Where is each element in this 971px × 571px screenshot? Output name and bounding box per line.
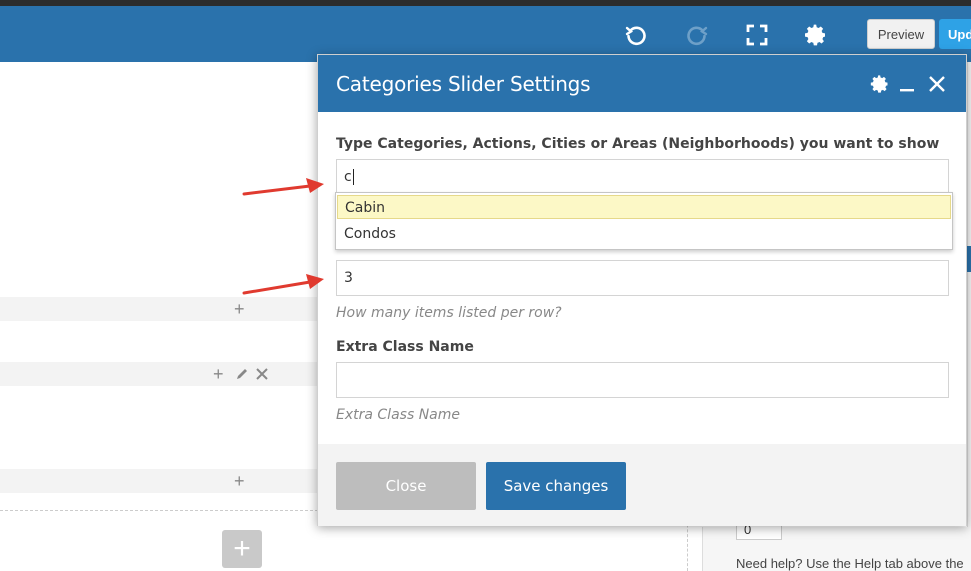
- add-row-icon[interactable]: +: [234, 472, 245, 490]
- modal-header: Categories Slider Settings: [318, 55, 966, 112]
- save-changes-button[interactable]: Save changes: [486, 462, 626, 510]
- categories-label: Type Categories, Actions, Cities or Area…: [336, 136, 940, 152]
- builder-row-bar: [0, 297, 317, 321]
- categories-input[interactable]: c: [336, 159, 949, 195]
- modal-settings-gear-icon[interactable]: [869, 73, 891, 95]
- autocomplete-dropdown: Cabin Condos: [335, 192, 953, 250]
- annotation-arrow: [242, 178, 324, 196]
- help-text: Need help? Use the Help tab above the: [736, 556, 964, 571]
- sidebar-panel: [967, 62, 971, 571]
- add-element-icon[interactable]: +: [213, 365, 224, 383]
- update-button[interactable]: Update: [939, 19, 971, 49]
- extra-class-label: Extra Class Name: [336, 339, 474, 355]
- undo-icon[interactable]: [623, 22, 649, 48]
- builder-row-bar: [0, 362, 317, 386]
- extra-class-input[interactable]: [336, 362, 949, 398]
- autocomplete-option[interactable]: Condos: [337, 222, 951, 246]
- builder-row-bar: [0, 469, 317, 493]
- add-row-icon[interactable]: +: [234, 300, 245, 318]
- edit-pencil-icon[interactable]: [235, 366, 249, 380]
- items-per-row-input[interactable]: 3: [336, 260, 949, 296]
- modal-footer: Close Save changes: [318, 444, 966, 526]
- categories-input-value: c: [344, 169, 352, 185]
- close-icon[interactable]: [926, 73, 948, 95]
- extra-class-hint: Extra Class Name: [336, 407, 460, 423]
- preview-button[interactable]: Preview: [867, 19, 935, 49]
- fullscreen-icon[interactable]: [744, 22, 770, 48]
- autocomplete-option[interactable]: Cabin: [337, 195, 951, 219]
- delete-icon[interactable]: [255, 366, 269, 380]
- items-per-row-hint: How many items listed per row?: [336, 305, 562, 321]
- minimize-icon[interactable]: [896, 73, 918, 95]
- close-button[interactable]: Close: [336, 462, 476, 510]
- add-section-button[interactable]: +: [222, 530, 262, 568]
- annotation-arrow: [242, 274, 324, 295]
- settings-modal: Categories Slider Settings Type Categori…: [317, 54, 967, 526]
- text-caret: [352, 169, 354, 185]
- redo-icon[interactable]: [684, 22, 710, 48]
- settings-gear-icon[interactable]: [803, 22, 829, 48]
- modal-title: Categories Slider Settings: [336, 72, 591, 96]
